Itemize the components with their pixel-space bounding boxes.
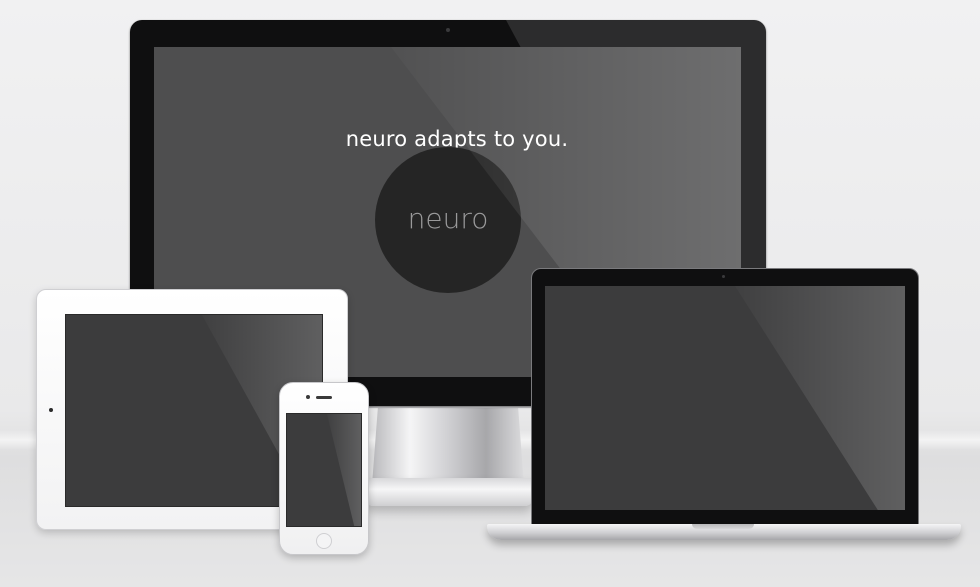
- device-showcase: neuro adapts to you. neuro: [0, 0, 980, 587]
- phone-device: [279, 382, 369, 555]
- monitor-camera-icon: [446, 28, 450, 32]
- laptop-device: [531, 268, 919, 528]
- laptop-screen: [545, 286, 905, 510]
- phone-camera-icon: [306, 395, 310, 399]
- laptop-base: [487, 524, 961, 540]
- phone-screen-glare: [327, 414, 361, 526]
- phone-home-button: [316, 533, 332, 549]
- phone-speaker: [316, 396, 332, 399]
- monitor-stand: [372, 405, 524, 485]
- laptop-camera-icon: [722, 275, 725, 278]
- phone-screen: [286, 413, 362, 527]
- laptop-screen-glare: [735, 286, 905, 510]
- laptop-lid-notch: [692, 524, 754, 529]
- logo-text: neuro: [407, 201, 489, 235]
- tablet-camera-icon: [49, 408, 53, 412]
- monitor-stand-base: [365, 478, 533, 506]
